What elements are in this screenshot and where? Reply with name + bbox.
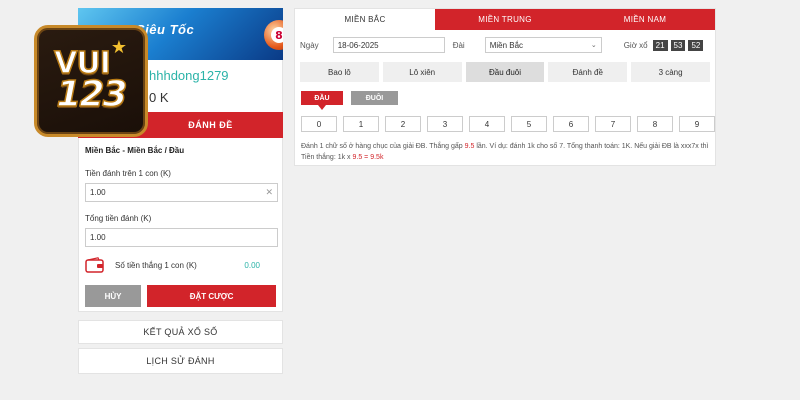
vui123-logo: ★ VUI 123 [34, 25, 148, 137]
history-link[interactable]: LỊCH SỬ ĐÁNH [78, 348, 283, 374]
time-minutes: 53 [670, 39, 686, 51]
date-label: Ngày [300, 40, 319, 50]
results-link[interactable]: KẾT QUẢ XỔ SỐ [78, 320, 283, 344]
tab-lo-xien[interactable]: Lô xiên [382, 62, 462, 82]
sub-tabs: ĐẦU ĐUÔI [301, 91, 715, 110]
tab-mien-trung[interactable]: MIỀN TRUNG [435, 9, 575, 30]
number-button[interactable]: 3 [427, 116, 463, 132]
date-input[interactable]: 18-06-2025 [332, 37, 445, 53]
number-button[interactable]: 7 [595, 116, 631, 132]
number-button[interactable]: 5 [511, 116, 547, 132]
bet-per-value: 1.00 [90, 188, 106, 197]
tab-danh-de-type[interactable]: Đánh đề [548, 62, 628, 82]
number-button[interactable]: 0 [301, 116, 337, 132]
time-seconds: 52 [688, 39, 704, 51]
bet-form: Miền Bắc - Miền Bắc / Đầu Tiền đánh trên… [78, 138, 283, 312]
region-tabs: MIỀN BẮC MIỀN TRUNG MIỀN NAM [295, 9, 715, 30]
win-row: Số tiền thắng 1 con (K) 0.00 [85, 255, 276, 275]
bet-per-label: Tiền đánh trên 1 con (K) [85, 169, 171, 178]
tab-3-cang[interactable]: 3 càng [631, 62, 710, 82]
wallet-icon [85, 257, 104, 273]
action-buttons: HỦY ĐẶT CƯỢC [85, 285, 276, 307]
calc-value: 9.5 = 9.5k [352, 154, 384, 161]
win-value: 0.00 [244, 260, 260, 270]
number-button[interactable]: 9 [679, 116, 715, 132]
bet-per-input[interactable]: 1.00 ✕ [85, 183, 278, 202]
number-button[interactable]: 4 [469, 116, 505, 132]
logo-123: 123 [56, 74, 129, 115]
total-input[interactable]: 1.00 [85, 228, 278, 247]
total-label: Tổng tiền đánh (K) [85, 214, 152, 223]
balance: 0 K [149, 90, 169, 105]
tab-dau[interactable]: ĐẦU [301, 91, 343, 110]
number-button[interactable]: 2 [385, 116, 421, 132]
number-button[interactable]: 6 [553, 116, 589, 132]
dai-label: Đài [452, 40, 465, 50]
selection-panel: MIỀN BẮC MIỀN TRUNG MIỀN NAM Ngày 18-06-… [294, 8, 716, 166]
filters-row: Ngày 18-06-2025 Đài Miền Bắc ⌄ Giờ xổ 21… [295, 32, 715, 58]
number-button[interactable]: 1 [343, 116, 379, 132]
tab-duoi[interactable]: ĐUÔI [351, 91, 398, 105]
rule-description: Đánh 1 chữ số ở hàng chục của giải ĐB. T… [301, 143, 709, 161]
dai-value: Miền Bắc [489, 40, 524, 50]
chevron-down-icon: ⌄ [590, 42, 597, 49]
cancel-button[interactable]: HỦY [85, 285, 142, 307]
tab-bao-lo[interactable]: Bao lô [300, 62, 379, 82]
time-hours: 21 [652, 39, 668, 51]
username: hhhdong1279 [149, 68, 229, 83]
lottery-ball-icon: 8 [264, 20, 283, 50]
time-label: Giờ xổ [623, 40, 648, 50]
odds-value: 9.5 [464, 143, 475, 150]
breadcrumb: Miền Bắc - Miền Bắc / Đầu [85, 146, 185, 155]
number-picker: 0 1 2 3 4 5 6 7 8 9 [301, 116, 715, 132]
tab-mien-bac[interactable]: MIỀN BẮC [295, 9, 435, 30]
tab-dau-duoi[interactable]: Đầu đuôi [465, 62, 545, 82]
total-value: 1.00 [90, 233, 106, 242]
place-bet-button[interactable]: ĐẶT CƯỢC [147, 285, 276, 307]
bet-type-tabs: Bao lô Lô xiên Đầu đuôi Đánh đề 3 càng [300, 62, 710, 82]
tab-mien-nam[interactable]: MIỀN NAM [575, 9, 715, 30]
star-icon: ★ [110, 37, 127, 57]
dai-select[interactable]: Miền Bắc ⌄ [484, 37, 602, 53]
win-label: Số tiền thắng 1 con (K) [115, 260, 197, 270]
clear-icon[interactable]: ✕ [265, 187, 273, 198]
number-button[interactable]: 8 [637, 116, 673, 132]
